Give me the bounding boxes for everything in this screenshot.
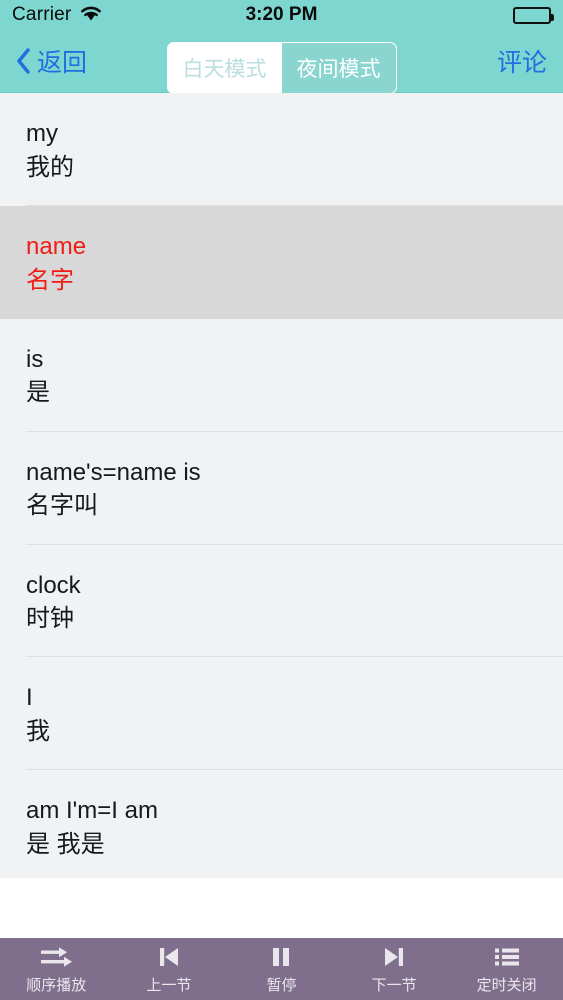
word-chinese: 我的 [26,153,74,181]
skip-previous-icon [156,944,182,970]
play-mode-label: 顺序播放 [26,976,87,994]
word-list[interactable]: my 我的 name 名字 is 是 name's=name is 名字叫 cl… [0,93,563,878]
segment-night-mode[interactable]: 夜间模式 [281,43,396,93]
chevron-left-icon [16,48,31,74]
next-label: 下一节 [371,976,417,994]
player-toolbar: 顺序播放 上一节 暂停 下一节 定时关闭 [0,938,563,1000]
pause-icon [270,944,292,970]
wifi-icon [79,4,103,27]
list-item[interactable]: am I'm=I am 是 我是 [0,770,563,878]
word-english: name [26,232,87,260]
word-english: my [26,120,58,147]
previous-label: 上一节 [146,976,192,994]
word-chinese: 我 [26,718,50,746]
sleep-timer-label: 定时关闭 [476,976,537,994]
app-root: Carrier 3:20 PM 返回 白天模式 夜间模式 评论 my 我的 na… [0,0,563,1000]
word-chinese: 名字叫 [26,492,98,520]
word-chinese: 时钟 [26,605,74,633]
status-bar-left: Carrier [12,4,103,27]
pause-button[interactable]: 暂停 [225,944,338,995]
word-chinese: 名字 [26,266,74,294]
word-english: name's=name is [26,458,201,486]
battery-full-icon [513,6,554,24]
word-chinese: 是 [26,379,50,407]
list-item[interactable]: my 我的 [0,93,563,206]
play-mode-button[interactable]: 顺序播放 [0,944,113,995]
pause-label: 暂停 [266,976,297,994]
back-button[interactable]: 返回 [16,43,87,79]
list-item[interactable]: I 我 [0,657,563,771]
segment-day-mode[interactable]: 白天模式 [167,43,282,93]
list-item[interactable]: clock 时钟 [0,544,563,658]
previous-button[interactable]: 上一节 [113,944,226,995]
next-button[interactable]: 下一节 [338,944,451,995]
list-item[interactable]: name's=name is 名字叫 [0,431,563,545]
list-item[interactable]: is 是 [0,318,563,432]
segment-night-mode-label: 夜间模式 [296,58,381,81]
navigation-bar: 返回 白天模式 夜间模式 评论 [0,30,563,94]
list-item[interactable]: name 名字 [0,205,563,319]
segment-day-mode-label: 白天模式 [182,58,267,81]
timer-list-icon [493,944,521,970]
word-english: I [26,684,33,712]
status-bar-right [513,6,554,24]
sequential-play-icon [39,944,73,970]
sleep-timer-button[interactable]: 定时关闭 [450,944,563,995]
carrier-label: Carrier [12,4,72,25]
comments-button[interactable]: 评论 [497,43,547,79]
word-chinese: 是 我是 [26,830,105,858]
display-mode-segmented-control[interactable]: 白天模式 夜间模式 [166,42,397,94]
status-bar: Carrier 3:20 PM [0,0,563,30]
back-button-label: 返回 [37,49,88,77]
skip-next-icon [381,944,407,970]
word-english: am I'm=I am [26,797,158,825]
word-english: is [26,345,44,373]
word-english: clock [26,571,81,599]
